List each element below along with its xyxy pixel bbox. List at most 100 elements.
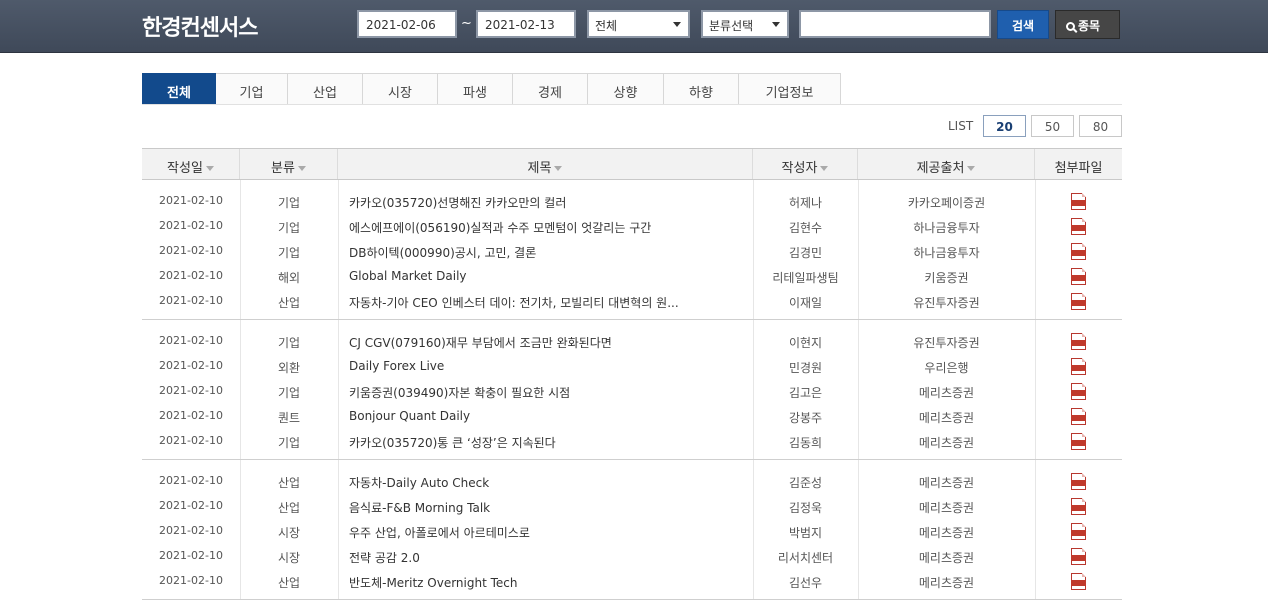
report-table: 작성일 분류 제목 작성자 제공출처 첨부파일 2021-02-10 기업 카카오(…: [142, 148, 1122, 600]
pdf-file-icon[interactable]: [1071, 548, 1086, 565]
report-author[interactable]: 김경민: [753, 238, 858, 263]
report-author[interactable]: 김동희: [753, 428, 858, 453]
tab-market[interactable]: 시장: [363, 73, 438, 105]
report-source[interactable]: 메리츠증권: [858, 428, 1035, 453]
report-source[interactable]: 카카오페이증권: [858, 188, 1035, 213]
pdf-file-icon[interactable]: [1071, 573, 1086, 590]
report-author[interactable]: 리테일파생팀: [753, 263, 858, 288]
pdf-file-icon[interactable]: [1071, 243, 1086, 260]
report-author[interactable]: 리서치센터: [753, 543, 858, 568]
search-button[interactable]: 검색: [997, 10, 1049, 39]
report-author[interactable]: 허제나: [753, 188, 858, 213]
report-author[interactable]: 김준성: [753, 468, 858, 493]
report-attachment: [1035, 378, 1122, 403]
report-author[interactable]: 강봉주: [753, 403, 858, 428]
report-title-link[interactable]: 에스에프에이(056190)실적과 수주 모멘텀이 엇갈리는 구간: [349, 213, 749, 238]
sort-icon: [820, 166, 829, 171]
column-category[interactable]: 분류: [240, 149, 338, 179]
site-logo[interactable]: 한경컨센서스: [142, 10, 258, 42]
column-title-label: 제목: [527, 161, 552, 176]
pdf-file-icon[interactable]: [1071, 433, 1086, 450]
tab-economy[interactable]: 경제: [513, 73, 588, 105]
report-source[interactable]: 메리츠증권: [858, 403, 1035, 428]
report-title-link[interactable]: CJ CGV(079160)재무 부담에서 조금만 완화된다면: [349, 328, 749, 353]
report-date: 2021-02-10: [159, 384, 223, 397]
report-category: 기업: [277, 436, 301, 450]
column-author[interactable]: 작성자: [753, 149, 858, 179]
report-title-link[interactable]: DB하이텍(000990)공시, 고민, 결론: [349, 238, 749, 263]
date-to-input[interactable]: 2021-02-13: [476, 10, 576, 38]
report-author[interactable]: 이현지: [753, 328, 858, 353]
pdf-file-icon[interactable]: [1071, 218, 1086, 235]
report-source[interactable]: 유진투자증권: [858, 288, 1035, 313]
report-source[interactable]: 메리츠증권: [858, 518, 1035, 543]
pdf-file-icon[interactable]: [1071, 193, 1086, 210]
list-size-20-button[interactable]: 20: [983, 115, 1026, 137]
report-source[interactable]: 하나금융투자: [858, 238, 1035, 263]
report-source[interactable]: 메리츠증권: [858, 468, 1035, 493]
pdf-file-icon[interactable]: [1071, 333, 1086, 350]
report-title-link[interactable]: 음식료-F&B Morning Talk: [349, 493, 749, 518]
row-group: 2021-02-10 기업 CJ CGV(079160)재무 부담에서 조금만 완화…: [142, 320, 1122, 460]
pdf-file-icon[interactable]: [1071, 408, 1086, 425]
report-author[interactable]: 이재일: [753, 288, 858, 313]
stock-search-button[interactable]: 종목: [1055, 10, 1120, 39]
pdf-file-icon[interactable]: [1071, 498, 1086, 515]
row-group: 2021-02-10 기업 카카오(035720)선명해진 카카오만의 컬러 허제나 카…: [142, 180, 1122, 320]
report-source[interactable]: 우리은행: [858, 353, 1035, 378]
report-author[interactable]: 민경원: [753, 353, 858, 378]
report-title-link[interactable]: 카카오(035720)선명해진 카카오만의 컬러: [349, 188, 749, 213]
report-title-link[interactable]: Bonjour Quant Daily: [349, 403, 749, 428]
tab-divider: [142, 104, 1122, 105]
report-title-link[interactable]: 전략 공감 2.0: [349, 543, 749, 568]
pdf-file-icon[interactable]: [1071, 523, 1086, 540]
stock-button-label: 종목: [1078, 19, 1101, 33]
report-source[interactable]: 메리츠증권: [858, 543, 1035, 568]
report-title-link[interactable]: 키움증권(039490)자본 확충이 필요한 시점: [349, 378, 749, 403]
tab-company[interactable]: 기업: [216, 73, 288, 105]
list-size-80-button[interactable]: 80: [1079, 115, 1122, 137]
tab-company-info[interactable]: 기업정보: [739, 73, 841, 105]
report-attachment: [1035, 213, 1122, 238]
report-source[interactable]: 메리츠증권: [858, 378, 1035, 403]
report-title-link[interactable]: Global Market Daily: [349, 263, 749, 288]
tab-upgrade[interactable]: 상향: [588, 73, 664, 105]
tab-industry[interactable]: 산업: [288, 73, 363, 105]
date-from-input[interactable]: 2021-02-06: [357, 10, 457, 38]
pdf-file-icon[interactable]: [1071, 383, 1086, 400]
report-title-link[interactable]: Daily Forex Live: [349, 353, 749, 378]
report-title-link[interactable]: 우주 산업, 아폴로에서 아르테미스로: [349, 518, 749, 543]
report-source[interactable]: 메리츠증권: [858, 493, 1035, 518]
report-category: 기업: [277, 196, 301, 210]
table-row: 2021-02-10 해외 Global Market Daily 리테일파생팀 키움증…: [142, 263, 1122, 288]
tab-all[interactable]: 전체: [142, 73, 216, 105]
tab-downgrade[interactable]: 하향: [664, 73, 739, 105]
report-author[interactable]: 박범지: [753, 518, 858, 543]
report-author[interactable]: 김선우: [753, 568, 858, 593]
scope-select[interactable]: 전체: [587, 10, 690, 38]
report-source[interactable]: 키움증권: [858, 263, 1035, 288]
column-source[interactable]: 제공출처: [858, 149, 1035, 179]
sort-icon: [205, 166, 214, 171]
report-author[interactable]: 김고은: [753, 378, 858, 403]
column-date[interactable]: 작성일: [142, 149, 240, 179]
pdf-file-icon[interactable]: [1071, 268, 1086, 285]
report-title-link[interactable]: 카카오(035720)통 큰 ‘성장’은 지속된다: [349, 428, 749, 453]
report-source[interactable]: 유진투자증권: [858, 328, 1035, 353]
pdf-file-icon[interactable]: [1071, 358, 1086, 375]
column-title[interactable]: 제목: [338, 149, 753, 179]
report-author[interactable]: 김정욱: [753, 493, 858, 518]
category-select[interactable]: 분류선택: [701, 10, 789, 38]
search-input[interactable]: [799, 10, 991, 38]
report-title-link[interactable]: 반도체-Meritz Overnight Tech: [349, 568, 749, 593]
report-author[interactable]: 김현수: [753, 213, 858, 238]
tab-derivatives[interactable]: 파생: [438, 73, 513, 105]
pdf-file-icon[interactable]: [1071, 293, 1086, 310]
report-source[interactable]: 하나금융투자: [858, 213, 1035, 238]
report-title-link[interactable]: 자동차-Daily Auto Check: [349, 468, 749, 493]
report-title-link[interactable]: 자동차-기아 CEO 인베스터 데이: 전기차, 모빌리티 대변혁의 원...: [349, 288, 749, 313]
report-date: 2021-02-10: [159, 219, 223, 232]
list-size-50-button[interactable]: 50: [1031, 115, 1074, 137]
report-source[interactable]: 메리츠증권: [858, 568, 1035, 593]
pdf-file-icon[interactable]: [1071, 473, 1086, 490]
